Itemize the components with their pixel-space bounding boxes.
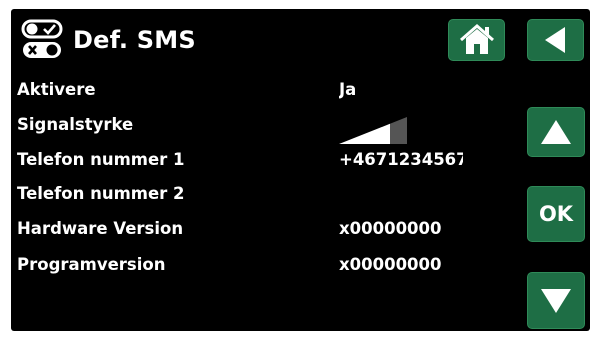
scroll-down-button[interactable] [527, 272, 585, 329]
home-icon [459, 24, 494, 54]
row-label: Signalstyrke [17, 115, 134, 134]
home-button[interactable] [448, 19, 505, 61]
row-label: Telefon nummer 1 [17, 150, 185, 169]
row-value: Ja [339, 80, 357, 99]
back-button[interactable] [527, 19, 584, 61]
ok-label: OK [538, 202, 574, 226]
row-value: x00000000 [339, 255, 442, 274]
scroll-up-button[interactable] [527, 107, 585, 157]
up-arrow-icon [541, 120, 571, 144]
back-arrow-icon [544, 27, 565, 53]
signal-remaining [390, 117, 407, 144]
row-value: +4671234567 [339, 150, 463, 169]
toggle-switches-icon [21, 19, 63, 58]
row-label: Programversion [17, 255, 166, 274]
signal-filled [339, 123, 390, 144]
row-label: Telefon nummer 2 [17, 184, 185, 203]
sms-settings-screen: Def. SMS OK Aktivere Ja Signalstyrke Tel… [11, 9, 590, 331]
ok-button[interactable]: OK [527, 186, 585, 242]
row-label: Aktivere [17, 80, 96, 99]
page-title: Def. SMS [73, 26, 196, 54]
down-arrow-icon [541, 288, 571, 313]
signal-strength-icon [339, 117, 407, 144]
row-value: x00000000 [339, 219, 442, 238]
row-label: Hardware Version [17, 219, 184, 238]
